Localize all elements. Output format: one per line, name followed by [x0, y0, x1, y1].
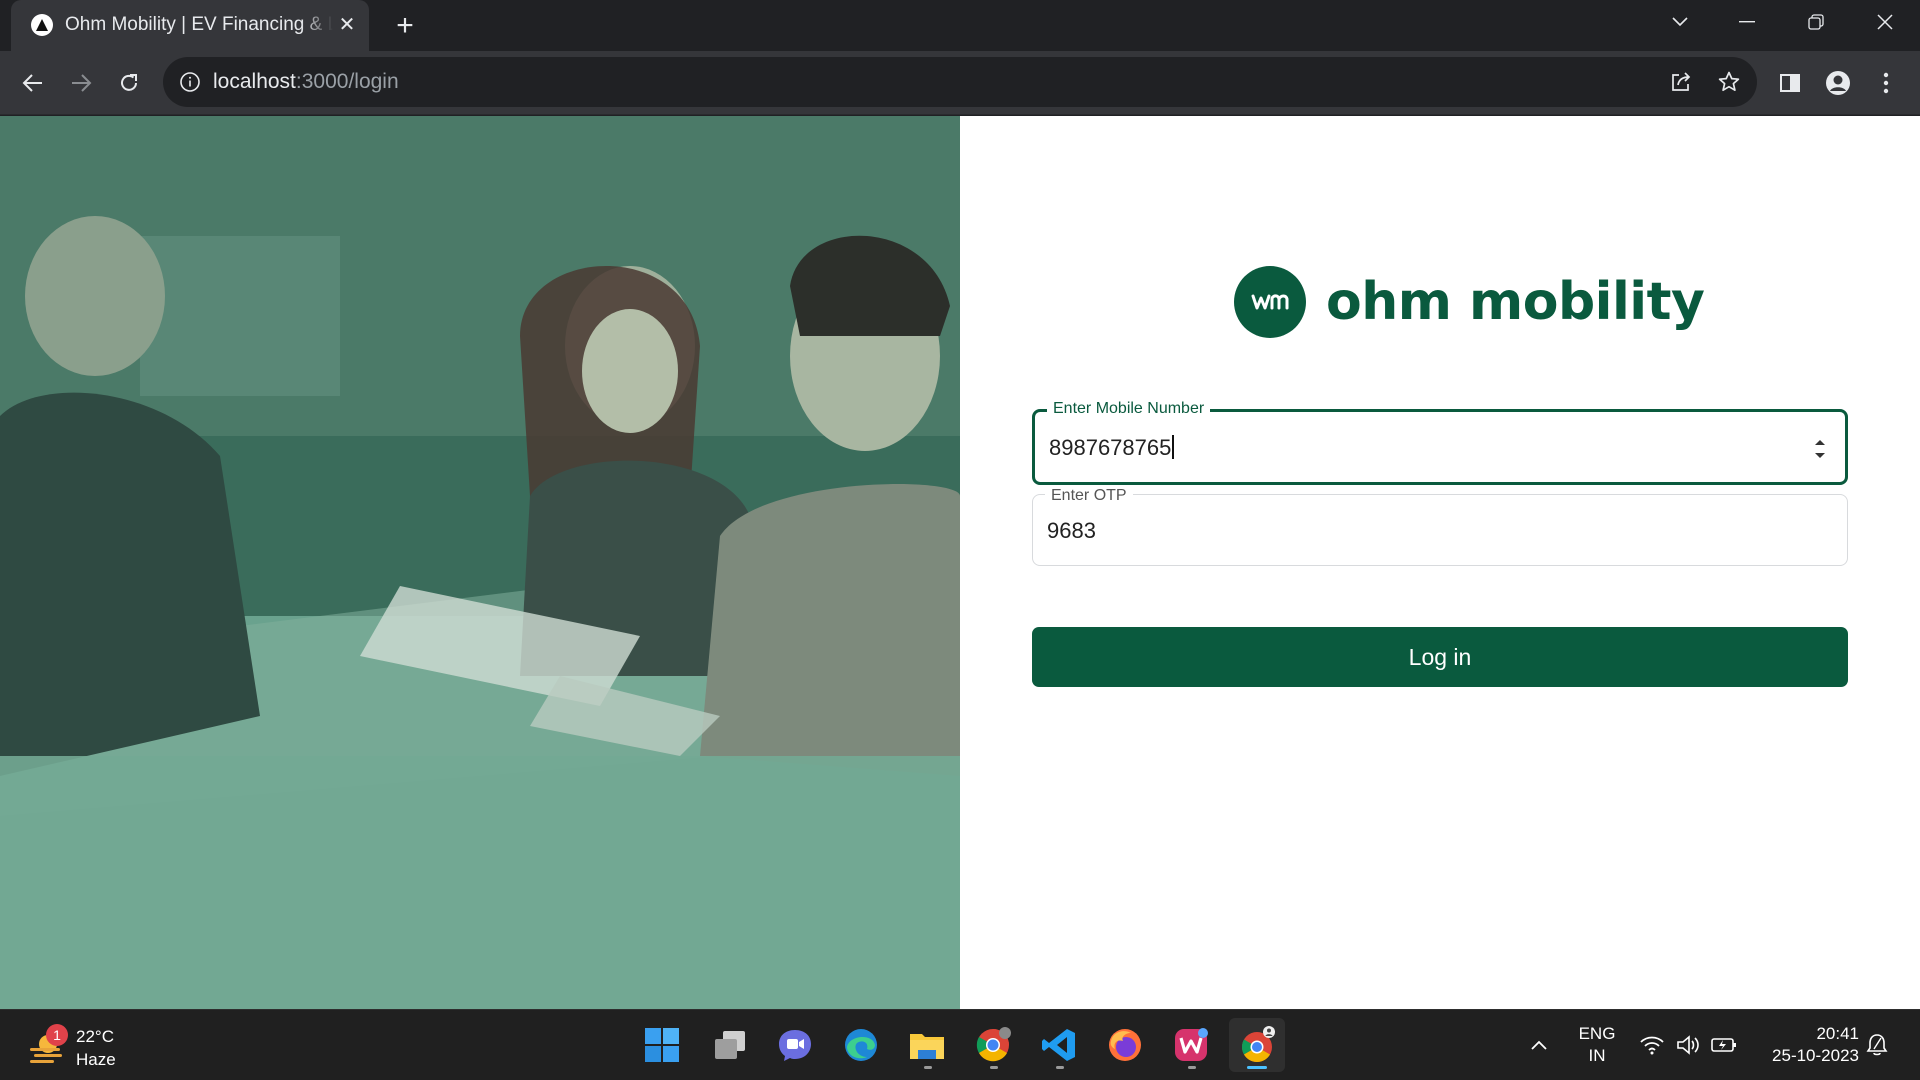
browser-menu-icon[interactable] — [1868, 65, 1904, 101]
url-text[interactable]: localhost:3000/login — [213, 70, 399, 94]
new-tab-button[interactable]: + — [390, 11, 420, 41]
site-info-icon[interactable] — [179, 71, 201, 93]
minimize-icon[interactable] — [1717, 0, 1777, 44]
wps-icon[interactable] — [1163, 1018, 1219, 1072]
tab-title: Ohm Mobility | EV Financing & Leasing — [65, 14, 333, 35]
temperature: 22°C — [76, 1027, 114, 1046]
number-stepper-icon[interactable] — [1811, 434, 1829, 464]
brand-logo: ohm mobility — [1234, 266, 1705, 338]
address-bar[interactable]: localhost:3000/login — [163, 57, 1757, 107]
chevron-up-icon[interactable] — [1526, 1032, 1552, 1058]
mobile-number-field[interactable]: Enter Mobile Number 8987678765 — [1032, 399, 1848, 485]
brand-name: ohm mobility — [1326, 272, 1705, 332]
side-panel-icon[interactable] — [1772, 65, 1808, 101]
tab-search-icon[interactable] — [1650, 0, 1710, 44]
running-indicator — [990, 1066, 998, 1069]
windows-taskbar: 1 22°C Haze ENG IN 20:41 25-10-2023 — [0, 1009, 1920, 1080]
browser-tab[interactable]: Ohm Mobility | EV Financing & Leasing ✕ — [11, 0, 369, 51]
hero-image — [0, 116, 960, 1009]
start-icon[interactable] — [634, 1018, 690, 1072]
forward-arrow-icon[interactable] — [63, 65, 99, 101]
share-icon[interactable] — [1669, 70, 1693, 94]
chrome-icon[interactable] — [965, 1018, 1021, 1072]
language-indicator[interactable]: ENG IN — [1575, 1023, 1619, 1067]
chrome-profile-icon[interactable] — [1229, 1018, 1285, 1072]
restore-icon[interactable] — [1786, 0, 1846, 44]
language-region: IN — [1588, 1046, 1606, 1065]
otp-input[interactable]: 9683 — [1047, 517, 1096, 545]
running-indicator — [1188, 1066, 1196, 1069]
battery-charging-icon[interactable] — [1711, 1032, 1737, 1058]
tab-close-icon[interactable]: ✕ — [335, 13, 359, 37]
running-indicator — [1056, 1066, 1064, 1069]
back-arrow-icon[interactable] — [15, 65, 51, 101]
url-path: :3000/login — [295, 70, 399, 93]
notification-badge: 1 — [46, 1024, 68, 1046]
close-window-icon[interactable] — [1855, 0, 1915, 44]
url-host: localhost — [213, 70, 296, 93]
vscode-icon[interactable] — [1031, 1018, 1087, 1072]
notification-bell-icon[interactable] — [1864, 1032, 1890, 1058]
login-button[interactable]: Log in — [1032, 627, 1848, 687]
firefox-icon[interactable] — [1097, 1018, 1153, 1072]
bookmark-star-icon[interactable] — [1717, 70, 1741, 94]
otp-label: Enter OTP — [1045, 486, 1133, 506]
wifi-icon[interactable] — [1639, 1032, 1665, 1058]
mobile-number-value: 8987678765 — [1049, 435, 1172, 460]
login-page: ohm mobility Enter Mobile Number 8987678… — [0, 116, 1920, 1009]
language-code: ENG — [1578, 1024, 1616, 1043]
browser-toolbar: localhost:3000/login — [0, 51, 1920, 115]
reload-icon[interactable] — [111, 65, 147, 101]
weather-condition: Haze — [76, 1050, 116, 1069]
clock-date: 25-10-2023 — [1772, 1046, 1859, 1065]
running-indicator — [924, 1066, 932, 1069]
hero-photo-illustration — [0, 116, 960, 1009]
task-view-icon[interactable] — [702, 1018, 758, 1072]
edge-icon[interactable] — [833, 1018, 889, 1072]
favicon-icon — [31, 14, 53, 36]
active-indicator — [1247, 1066, 1267, 1069]
clock-time: 20:41 — [1816, 1024, 1859, 1043]
clock[interactable]: 20:41 25-10-2023 — [1755, 1023, 1859, 1067]
ohm-logo-icon — [1234, 266, 1306, 338]
file-explorer-icon[interactable] — [899, 1018, 955, 1072]
chat-icon[interactable] — [767, 1018, 823, 1072]
volume-icon[interactable] — [1675, 1032, 1701, 1058]
weather-widget[interactable]: 1 22°C Haze — [28, 1024, 148, 1070]
otp-field[interactable]: Enter OTP 9683 — [1032, 486, 1848, 566]
browser-tab-strip: Ohm Mobility | EV Financing & Leasing ✕ … — [0, 0, 1920, 51]
text-caret — [1172, 435, 1175, 459]
profile-avatar-icon[interactable] — [1820, 65, 1856, 101]
mobile-number-input[interactable]: 8987678765 — [1049, 434, 1175, 462]
mobile-number-label: Enter Mobile Number — [1047, 399, 1211, 419]
